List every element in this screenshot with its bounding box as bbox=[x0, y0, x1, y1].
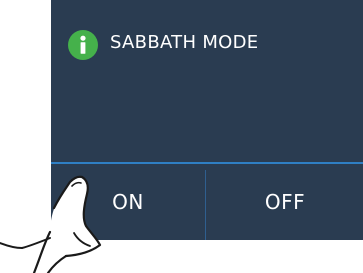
screen: SABBATH MODE ON OFF bbox=[0, 0, 363, 273]
on-button-label: ON bbox=[112, 190, 144, 214]
on-button[interactable]: ON bbox=[51, 164, 205, 240]
dialog-title: SABBATH MODE bbox=[110, 32, 259, 53]
info-glyph bbox=[80, 35, 86, 54]
info-icon bbox=[68, 30, 98, 60]
off-button-label: OFF bbox=[264, 190, 306, 214]
sabbath-mode-dialog: SABBATH MODE ON OFF bbox=[51, 0, 363, 240]
button-separator bbox=[205, 170, 206, 240]
off-button[interactable]: OFF bbox=[207, 164, 363, 240]
dialog-header: SABBATH MODE bbox=[51, 0, 363, 162]
